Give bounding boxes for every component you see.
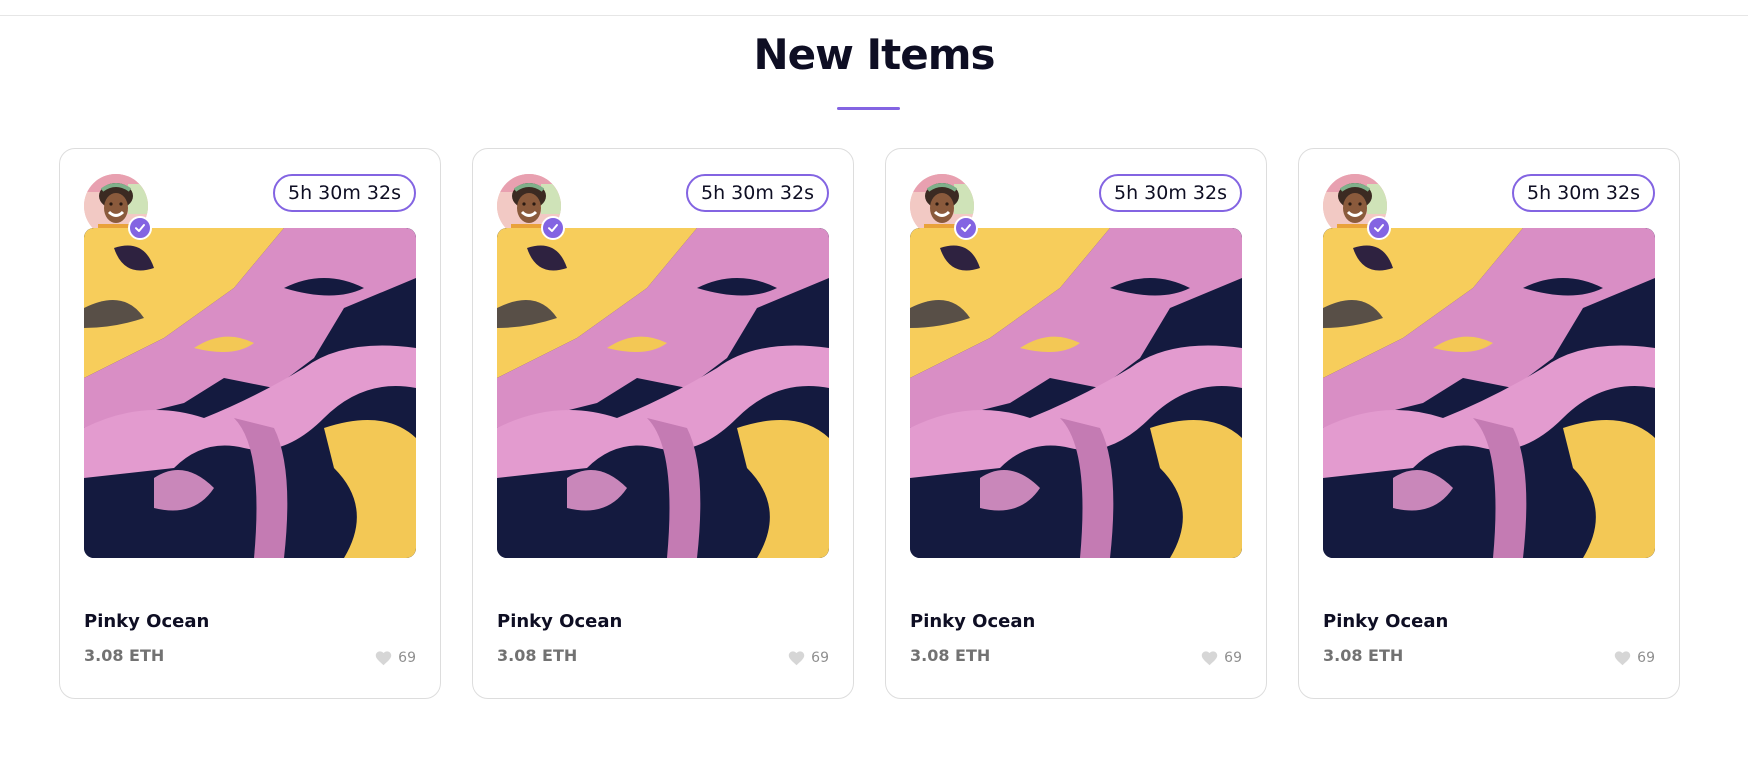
verified-badge <box>954 216 978 240</box>
item-name[interactable]: Pinky Ocean <box>84 611 209 632</box>
items-grid: 5h 30m 32s Pinky Ocean 3.08 ETH 69 5h 30… <box>59 148 1680 699</box>
item-name[interactable]: Pinky Ocean <box>1323 611 1448 632</box>
verified-badge <box>541 216 565 240</box>
verified-badge <box>1367 216 1391 240</box>
item-artwork[interactable] <box>1323 228 1655 558</box>
heart-icon <box>1201 651 1218 666</box>
countdown-timer: 5h 30m 32s <box>686 174 829 212</box>
heart-icon <box>1614 651 1631 666</box>
item-name[interactable]: Pinky Ocean <box>497 611 622 632</box>
item-card[interactable]: 5h 30m 32s Pinky Ocean 3.08 ETH 69 <box>59 148 441 699</box>
item-artwork[interactable] <box>497 228 829 558</box>
check-icon <box>961 224 971 232</box>
item-artwork[interactable] <box>84 228 416 558</box>
item-card[interactable]: 5h 30m 32s Pinky Ocean 3.08 ETH 69 <box>1298 148 1680 699</box>
item-name[interactable]: Pinky Ocean <box>910 611 1035 632</box>
item-price: 3.08 ETH <box>1323 646 1404 665</box>
title-underline <box>837 107 900 110</box>
header-divider <box>0 15 1748 16</box>
like-count: 69 <box>398 649 416 666</box>
verified-badge <box>128 216 152 240</box>
like-button[interactable]: 69 <box>1613 649 1655 666</box>
heart-icon <box>788 651 805 666</box>
countdown-timer: 5h 30m 32s <box>273 174 416 212</box>
item-artwork[interactable] <box>910 228 1242 558</box>
check-icon <box>548 224 558 232</box>
item-price: 3.08 ETH <box>84 646 165 665</box>
item-card[interactable]: 5h 30m 32s Pinky Ocean 3.08 ETH 69 <box>885 148 1267 699</box>
check-icon <box>1374 224 1384 232</box>
like-button[interactable]: 69 <box>787 649 829 666</box>
like-count: 69 <box>1224 649 1242 666</box>
item-card[interactable]: 5h 30m 32s Pinky Ocean 3.08 ETH 69 <box>472 148 854 699</box>
like-count: 69 <box>1637 649 1655 666</box>
check-icon <box>135 224 145 232</box>
heart-icon <box>375 651 392 666</box>
like-button[interactable]: 69 <box>1200 649 1242 666</box>
item-price: 3.08 ETH <box>910 646 991 665</box>
like-button[interactable]: 69 <box>374 649 416 666</box>
countdown-timer: 5h 30m 32s <box>1099 174 1242 212</box>
item-price: 3.08 ETH <box>497 646 578 665</box>
like-count: 69 <box>811 649 829 666</box>
section-title: New Items <box>753 30 995 79</box>
countdown-timer: 5h 30m 32s <box>1512 174 1655 212</box>
